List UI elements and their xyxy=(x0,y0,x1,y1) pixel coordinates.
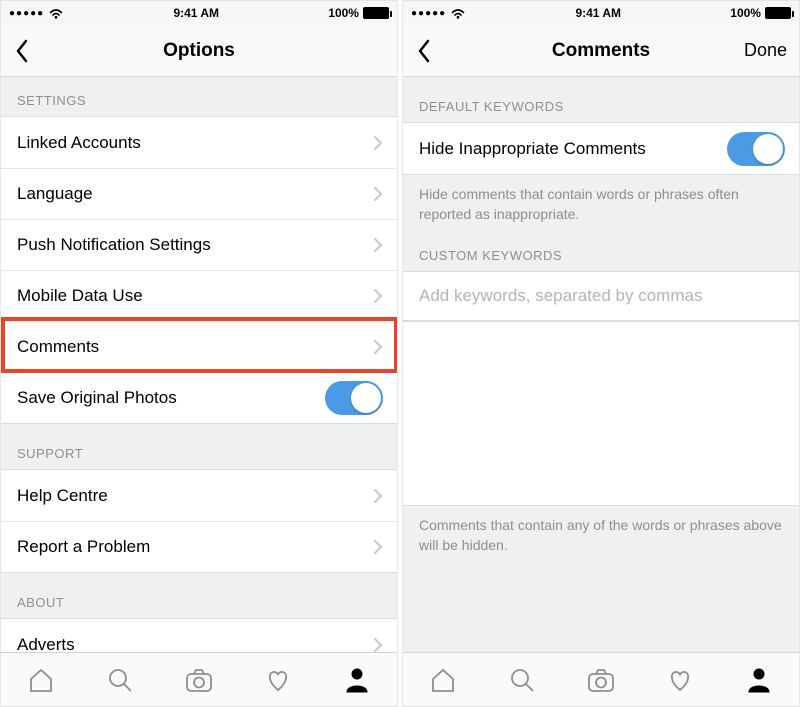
tab-bar xyxy=(403,652,799,706)
default-keywords-header: DEFAULT KEYWORDS xyxy=(403,77,799,122)
tab-camera[interactable] xyxy=(561,653,640,706)
status-time: 9:41 AM xyxy=(575,6,621,20)
settings-group: Linked Accounts Language Push Notificati… xyxy=(1,116,397,424)
chevron-left-icon xyxy=(415,37,433,65)
chevron-right-icon xyxy=(373,186,383,202)
save-photos-toggle[interactable] xyxy=(325,381,383,415)
cell-label: Report a Problem xyxy=(17,537,150,557)
wifi-icon xyxy=(450,7,466,19)
chevron-right-icon xyxy=(373,637,383,653)
home-icon xyxy=(429,666,457,694)
cell-label: Comments xyxy=(17,337,99,357)
settings-save-original-photos[interactable]: Save Original Photos xyxy=(1,372,397,423)
status-time: 9:41 AM xyxy=(173,6,219,20)
chevron-right-icon xyxy=(373,339,383,355)
about-adverts[interactable]: Adverts xyxy=(1,619,397,652)
page-title: Options xyxy=(163,40,235,62)
settings-linked-accounts[interactable]: Linked Accounts xyxy=(1,117,397,168)
cell-label: Save Original Photos xyxy=(17,388,177,408)
tab-home[interactable] xyxy=(1,653,80,706)
status-bar: ●●●●● 9:41 AM 100% xyxy=(403,1,799,25)
options-screen: ●●●●● 9:41 AM 100% Options SETTINGS xyxy=(0,0,398,707)
camera-icon xyxy=(184,666,214,694)
cell-label: Mobile Data Use xyxy=(17,286,143,306)
person-icon xyxy=(746,666,772,694)
chevron-right-icon xyxy=(373,135,383,151)
tab-profile[interactable] xyxy=(318,653,397,706)
settings-push-notifications[interactable]: Push Notification Settings xyxy=(1,219,397,270)
support-group: Help Centre Report a Problem xyxy=(1,469,397,573)
done-button[interactable]: Done xyxy=(744,25,787,76)
about-group: Adverts Blog xyxy=(1,618,397,652)
nav-bar: Options xyxy=(1,25,397,77)
cell-label: Linked Accounts xyxy=(17,133,141,153)
hide-inappropriate-footer: Hide comments that contain words or phra… xyxy=(403,175,799,240)
comments-screen: ●●●●● 9:41 AM 100% Comments Done DEFAULT… xyxy=(402,0,800,707)
battery-percent: 100% xyxy=(730,6,761,20)
status-bar: ●●●●● 9:41 AM 100% xyxy=(1,1,397,25)
back-button[interactable] xyxy=(7,25,37,76)
search-icon xyxy=(508,666,536,694)
battery-percent: 100% xyxy=(328,6,359,20)
signal-dots-icon: ●●●●● xyxy=(411,8,446,19)
cell-label: Hide Inappropriate Comments xyxy=(419,139,646,159)
camera-icon xyxy=(586,666,616,694)
nav-bar: Comments Done xyxy=(403,25,799,77)
tab-bar xyxy=(1,652,397,706)
support-header: SUPPORT xyxy=(1,424,397,469)
settings-language[interactable]: Language xyxy=(1,168,397,219)
home-icon xyxy=(27,666,55,694)
tab-search[interactable] xyxy=(80,653,159,706)
settings-comments[interactable]: Comments xyxy=(1,321,397,372)
options-content: SETTINGS Linked Accounts Language Push N… xyxy=(1,77,397,652)
battery-icon xyxy=(363,7,389,19)
custom-keywords-footer: Comments that contain any of the words o… xyxy=(403,506,799,571)
comments-content: DEFAULT KEYWORDS Hide Inappropriate Comm… xyxy=(403,77,799,652)
cell-label: Push Notification Settings xyxy=(17,235,211,255)
support-help-centre[interactable]: Help Centre xyxy=(1,470,397,521)
about-header: ABOUT xyxy=(1,573,397,618)
heart-icon xyxy=(264,666,292,694)
custom-keywords-area xyxy=(403,321,799,506)
settings-header: SETTINGS xyxy=(1,77,397,116)
signal-dots-icon: ●●●●● xyxy=(9,8,44,19)
chevron-right-icon xyxy=(373,488,383,504)
battery-icon xyxy=(765,7,791,19)
tab-home[interactable] xyxy=(403,653,482,706)
support-report-problem[interactable]: Report a Problem xyxy=(1,521,397,572)
cell-label: Language xyxy=(17,184,93,204)
custom-keywords-input[interactable] xyxy=(419,286,783,306)
back-button[interactable] xyxy=(409,25,439,76)
chevron-right-icon xyxy=(373,288,383,304)
tab-activity[interactable] xyxy=(641,653,720,706)
tab-activity[interactable] xyxy=(239,653,318,706)
tab-camera[interactable] xyxy=(159,653,238,706)
custom-keywords-header: CUSTOM KEYWORDS xyxy=(403,240,799,271)
heart-icon xyxy=(666,666,694,694)
page-title: Comments xyxy=(552,40,650,62)
settings-mobile-data-use[interactable]: Mobile Data Use xyxy=(1,270,397,321)
tab-search[interactable] xyxy=(482,653,561,706)
default-keywords-group: Hide Inappropriate Comments xyxy=(403,122,799,175)
cell-label: Help Centre xyxy=(17,486,108,506)
wifi-icon xyxy=(48,7,64,19)
hide-inappropriate-comments[interactable]: Hide Inappropriate Comments xyxy=(403,123,799,174)
person-icon xyxy=(344,666,370,694)
hide-inappropriate-toggle[interactable] xyxy=(727,132,785,166)
custom-keywords-cell[interactable] xyxy=(403,271,799,321)
cell-label: Adverts xyxy=(17,635,75,653)
chevron-right-icon xyxy=(373,237,383,253)
tab-profile[interactable] xyxy=(720,653,799,706)
search-icon xyxy=(106,666,134,694)
chevron-left-icon xyxy=(13,37,31,65)
chevron-right-icon xyxy=(373,539,383,555)
